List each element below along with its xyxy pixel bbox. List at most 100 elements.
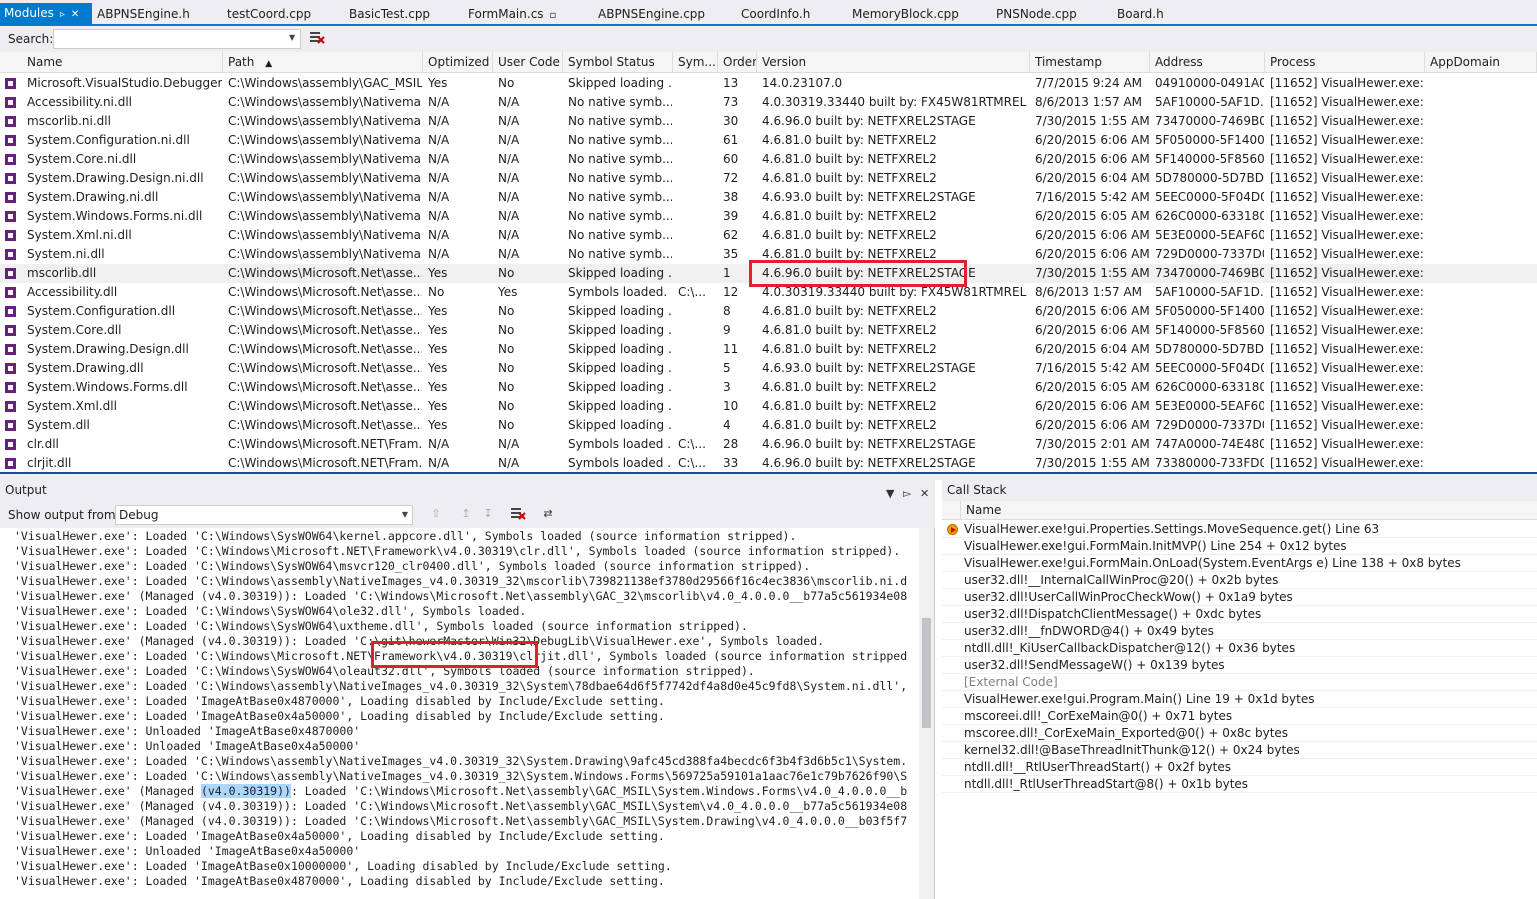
- call-stack-frame[interactable]: VisualHewer.exe!gui.Properties.Settings.…: [942, 521, 1537, 538]
- tab-formmain-cs[interactable]: FormMain.cs ▫: [468, 4, 556, 24]
- column-header-name[interactable]: Name: [22, 52, 223, 73]
- search-dropdown-icon[interactable]: ▼: [289, 33, 295, 42]
- column-header-label: Path: [228, 55, 255, 69]
- output-scrollbar-thumb[interactable]: [922, 618, 931, 728]
- table-row[interactable]: System.Core.ni.dll C:\Windows\assembly\Na…: [0, 150, 1537, 169]
- next-message-icon[interactable]: ↧: [480, 507, 496, 521]
- cell-name: System.ni.dll: [27, 247, 105, 261]
- search-input[interactable]: [53, 29, 301, 49]
- cell-address: 5EEC0000-5F04D0...: [1155, 190, 1264, 204]
- module-icon: [5, 173, 16, 184]
- table-row[interactable]: clrjit.dll C:\Windows\Microsoft.NET\Fram.…: [0, 454, 1537, 472]
- tab-board-h[interactable]: Board.h: [1117, 4, 1164, 24]
- table-row[interactable]: mscorlib.dll C:\Windows\Microsoft.Net\ass…: [0, 264, 1537, 283]
- tab-coordinfo-h[interactable]: CoordInfo.h: [741, 4, 810, 24]
- cell-name: System.dll: [27, 418, 90, 432]
- column-header-version[interactable]: Version: [757, 52, 1030, 73]
- call-stack-frame[interactable]: VisualHewer.exe!gui.Program.Main() Line …: [942, 691, 1537, 708]
- find-message-icon[interactable]: ⇧: [428, 507, 444, 521]
- cell-timestamp: 6/20/2015 6:06 AM: [1035, 323, 1149, 337]
- call-stack-frame[interactable]: mscoree.dll!_CorExeMain_Exported@0() + 0…: [942, 725, 1537, 742]
- table-row[interactable]: System.Core.dll C:\Windows\Microsoft.Net\…: [0, 321, 1537, 340]
- table-row[interactable]: System.dll C:\Windows\Microsoft.Net\asse.…: [0, 416, 1537, 435]
- table-row[interactable]: Accessibility.dll C:\Windows\Microsoft.Ne…: [0, 283, 1537, 302]
- column-header-user-code[interactable]: User Code: [493, 52, 563, 73]
- table-row[interactable]: System.Drawing.dll C:\Windows\Microsoft.N…: [0, 359, 1537, 378]
- column-header-optimized[interactable]: Optimized: [423, 52, 493, 73]
- cell-order: 1: [723, 266, 731, 280]
- cell-order: 38: [723, 190, 739, 204]
- call-stack-frame[interactable]: ntdll.dll!_RtlUserThreadStart@8() + 0x1b…: [942, 776, 1537, 793]
- column-header-path[interactable]: Path ▲: [223, 52, 423, 73]
- call-stack-frame[interactable]: user32.dll!SendMessageW() + 0x139 bytes: [942, 657, 1537, 674]
- column-header-sym[interactable]: Sym...: [673, 52, 718, 73]
- column-header-appdomain[interactable]: AppDomain: [1425, 52, 1537, 73]
- word-wrap-icon[interactable]: ⇄: [540, 507, 556, 521]
- table-row[interactable]: System.Configuration.dll C:\Windows\Micro…: [0, 302, 1537, 321]
- call-stack-frame[interactable]: VisualHewer.exe!gui.FormMain.InitMVP() L…: [942, 538, 1537, 555]
- cell-symbol-status: Skipped loading ...: [568, 323, 672, 337]
- table-row[interactable]: System.Xml.ni.dll C:\Windows\assembly\Nat…: [0, 226, 1537, 245]
- column-header-order[interactable]: Order: [718, 52, 757, 73]
- call-stack-frame[interactable]: user32.dll!DispatchClientMessage() + 0xd…: [942, 606, 1537, 623]
- table-row[interactable]: System.Xml.dll C:\Windows\Microsoft.Net\a…: [0, 397, 1537, 416]
- tab-pnsnode-cpp[interactable]: PNSNode.cpp: [996, 4, 1077, 24]
- cell-path: C:\Windows\Microsoft.Net\asse...: [228, 361, 422, 375]
- call-stack-frame[interactable]: user32.dll!__fnDWORD@4() + 0x49 bytes: [942, 623, 1537, 640]
- tab-basictest-cpp[interactable]: BasicTest.cpp: [349, 4, 430, 24]
- call-stack-frame[interactable]: kernel32.dll!@BaseThreadInitThunk@12() +…: [942, 742, 1537, 759]
- table-row[interactable]: System.Drawing.ni.dll C:\Windows\assembly…: [0, 188, 1537, 207]
- cell-process: [11652] VisualHewer.exe: ...: [1270, 95, 1424, 109]
- table-row[interactable]: System.Windows.Forms.dll C:\Windows\Micro…: [0, 378, 1537, 397]
- tab-testcoord-cpp[interactable]: testCoord.cpp: [227, 4, 311, 24]
- cell-process: [11652] VisualHewer.exe: ...: [1270, 399, 1424, 413]
- table-row[interactable]: System.ni.dll C:\Windows\assembly\Nativem…: [0, 245, 1537, 264]
- column-header-process[interactable]: Process: [1265, 52, 1425, 73]
- cell-timestamp: 6/20/2015 6:04 AM: [1035, 342, 1149, 356]
- cell-process: [11652] VisualHewer.exe: ...: [1270, 114, 1424, 128]
- cell-order: 72: [723, 171, 739, 185]
- tab-memoryblock-cpp[interactable]: MemoryBlock.cpp: [852, 4, 959, 24]
- clear-search-icon[interactable]: [309, 30, 325, 46]
- call-stack-frame[interactable]: [External Code]: [942, 674, 1537, 691]
- column-header-symbol-status[interactable]: Symbol Status: [563, 52, 673, 73]
- cell-path: C:\Windows\Microsoft.Net\asse...: [228, 342, 422, 356]
- call-stack-frame[interactable]: ntdll.dll!_KiUserCallbackDispatcher@12()…: [942, 640, 1537, 657]
- call-stack-frame[interactable]: user32.dll!UserCallWinProcCheckWow() + 0…: [942, 589, 1537, 606]
- cell-address: 5F050000-5F140000: [1155, 304, 1264, 318]
- show-output-select[interactable]: Debug ▼: [115, 505, 413, 525]
- cell-user-code: No: [498, 304, 515, 318]
- clear-all-icon[interactable]: [510, 507, 526, 521]
- table-row[interactable]: mscorlib.ni.dll C:\Windows\assembly\Nativ…: [0, 112, 1537, 131]
- tab-modules[interactable]: Modules ▹ ✕: [0, 3, 92, 26]
- previous-message-icon[interactable]: ↥: [458, 507, 474, 521]
- cell-symbol-status: Skipped loading ...: [568, 342, 672, 356]
- tab-abpnsengine-h[interactable]: ABPNSEngine.h: [97, 4, 190, 24]
- call-stack-frame[interactable]: ntdll.dll!__RtlUserThreadStart() + 0x2f …: [942, 759, 1537, 776]
- table-row[interactable]: Microsoft.VisualStudio.Debugger.... C:\Wi…: [0, 74, 1537, 93]
- cell-user-code: N/A: [498, 247, 520, 261]
- cell-path: C:\Windows\assembly\Nativema...: [228, 209, 422, 223]
- table-row[interactable]: System.Drawing.Design.dll C:\Windows\Micr…: [0, 340, 1537, 359]
- pin-icon[interactable]: ▹: [60, 5, 65, 25]
- output-text[interactable]: 'VisualHewer.exe': Loaded 'C:\Windows\Sy…: [0, 528, 920, 899]
- pin-icon[interactable]: ▫: [550, 6, 557, 26]
- table-row[interactable]: System.Windows.Forms.ni.dll C:\Windows\as…: [0, 207, 1537, 226]
- column-header-address[interactable]: Address: [1150, 52, 1265, 73]
- cell-order: 61: [723, 133, 739, 147]
- close-icon[interactable]: ✕: [71, 5, 79, 25]
- table-row[interactable]: System.Drawing.Design.ni.dll C:\Windows\a…: [0, 169, 1537, 188]
- call-stack-frame-text: user32.dll!DispatchClientMessage() + 0xd…: [964, 607, 1262, 621]
- table-row[interactable]: System.Configuration.ni.dll C:\Windows\as…: [0, 131, 1537, 150]
- table-row[interactable]: clr.dll C:\Windows\Microsoft.NET\Fram... N…: [0, 435, 1537, 454]
- output-pane: Output ▼ ▻ ✕ Show output from: Debug ▼ ⇧…: [0, 480, 935, 899]
- pane-splitter[interactable]: [0, 472, 1537, 480]
- output-scrollbar[interactable]: [919, 528, 934, 899]
- column-header-timestamp[interactable]: Timestamp: [1030, 52, 1150, 73]
- call-stack-frame[interactable]: user32.dll!__InternalCallWinProc@20() + …: [942, 572, 1537, 589]
- call-stack-column-name[interactable]: Name: [960, 501, 1001, 520]
- tab-abpnsengine-cpp[interactable]: ABPNSEngine.cpp: [598, 4, 705, 24]
- call-stack-frame[interactable]: VisualHewer.exe!gui.FormMain.OnLoad(Syst…: [942, 555, 1537, 572]
- call-stack-frame[interactable]: mscoreei.dll!_CorExeMain@0() + 0x71 byte…: [942, 708, 1537, 725]
- table-row[interactable]: Accessibility.ni.dll C:\Windows\assembly\…: [0, 93, 1537, 112]
